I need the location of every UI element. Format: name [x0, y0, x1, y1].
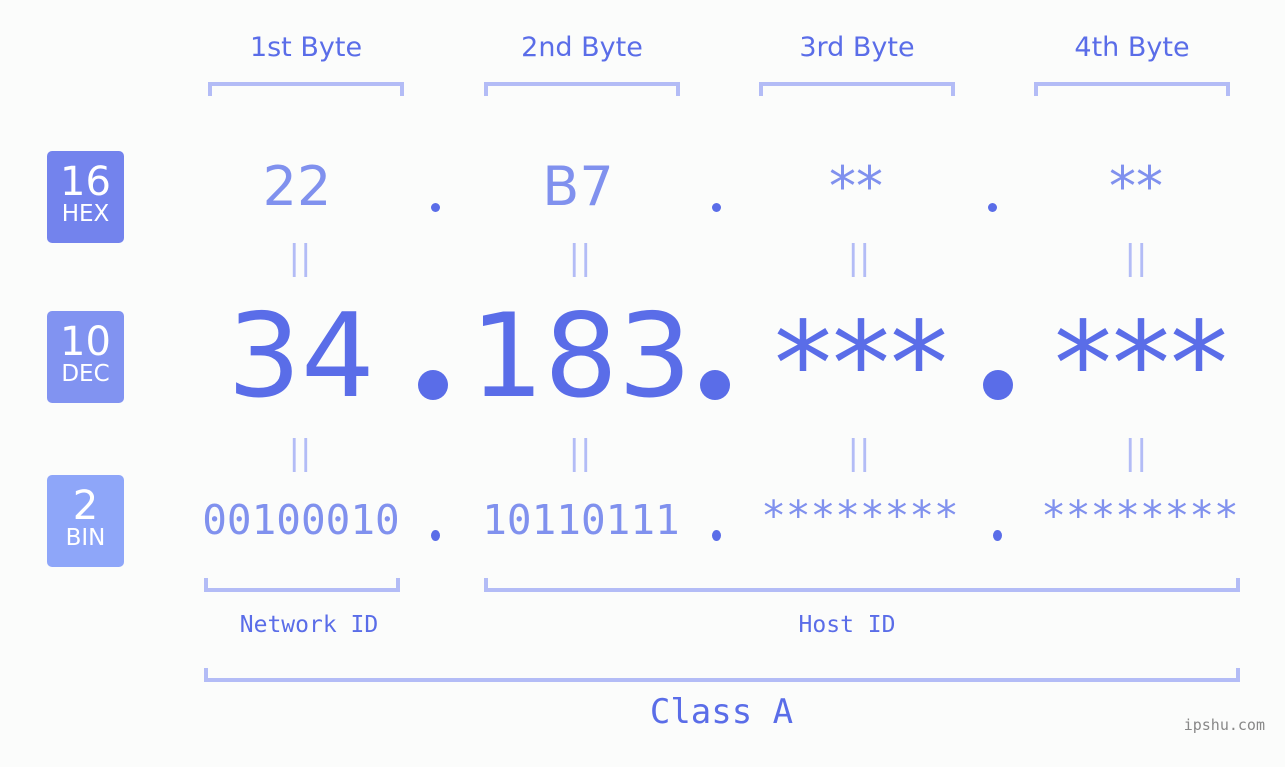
bin-separator-3	[993, 530, 1002, 541]
dec-separator-2	[700, 370, 730, 400]
dec-value-4: ***	[1054, 297, 1228, 432]
equals-icon: ||	[568, 238, 592, 278]
byte-bracket-3	[759, 82, 955, 96]
bin-badge: 2 BIN	[47, 475, 124, 567]
dec-base-label: DEC	[61, 361, 110, 387]
equals-icon: ||	[1124, 433, 1148, 473]
byte-bracket-4	[1034, 82, 1230, 96]
hex-base-label: HEX	[61, 201, 110, 227]
equals-icon: ||	[847, 433, 871, 473]
host-id-bracket	[484, 578, 1240, 592]
byte-bracket-2	[484, 82, 680, 96]
hex-value-2: B7	[542, 155, 614, 218]
byte-header-4: 4th Byte	[1074, 32, 1190, 63]
hex-value-1: 22	[262, 155, 332, 218]
host-id-label: Host ID	[798, 612, 896, 638]
bin-value-4: ********	[1041, 492, 1239, 540]
hex-value-3: **	[829, 155, 883, 218]
byte-header-3: 3rd Byte	[799, 32, 915, 63]
dec-badge: 10 DEC	[47, 311, 124, 403]
byte-bracket-1	[208, 82, 404, 96]
dec-value-2: 183	[470, 289, 692, 424]
hex-base-number: 16	[60, 159, 111, 205]
bin-base-number: 2	[72, 483, 99, 529]
hex-value-4: **	[1109, 155, 1163, 218]
hex-badge: 16 HEX	[47, 151, 124, 243]
equals-icon: ||	[1124, 238, 1148, 278]
equals-icon: ||	[288, 238, 312, 278]
class-bracket	[204, 668, 1240, 682]
network-id-bracket	[204, 578, 400, 592]
dec-base-number: 10	[60, 319, 111, 365]
byte-header-2: 2nd Byte	[521, 32, 643, 63]
equals-icon: ||	[847, 238, 871, 278]
class-label: Class A	[649, 692, 794, 732]
hex-separator-2	[712, 203, 721, 212]
equals-icon: ||	[288, 433, 312, 473]
bin-separator-2	[712, 530, 721, 541]
dec-separator-3	[983, 370, 1013, 400]
network-id-label: Network ID	[239, 612, 379, 638]
bin-value-2: 10110111	[482, 496, 680, 544]
bin-value-1: 00100010	[202, 496, 400, 544]
dec-value-3: ***	[774, 297, 948, 432]
bin-value-3: ********	[761, 492, 959, 540]
byte-header-1: 1st Byte	[249, 32, 363, 63]
equals-icon: ||	[568, 433, 592, 473]
dec-separator-1	[418, 370, 448, 400]
bin-separator-1	[431, 530, 440, 541]
bin-base-label: BIN	[65, 525, 106, 551]
watermark: ipshu.com	[1183, 716, 1265, 734]
dec-value-1: 34	[227, 289, 375, 424]
hex-separator-1	[431, 203, 440, 212]
hex-separator-3	[988, 203, 997, 212]
